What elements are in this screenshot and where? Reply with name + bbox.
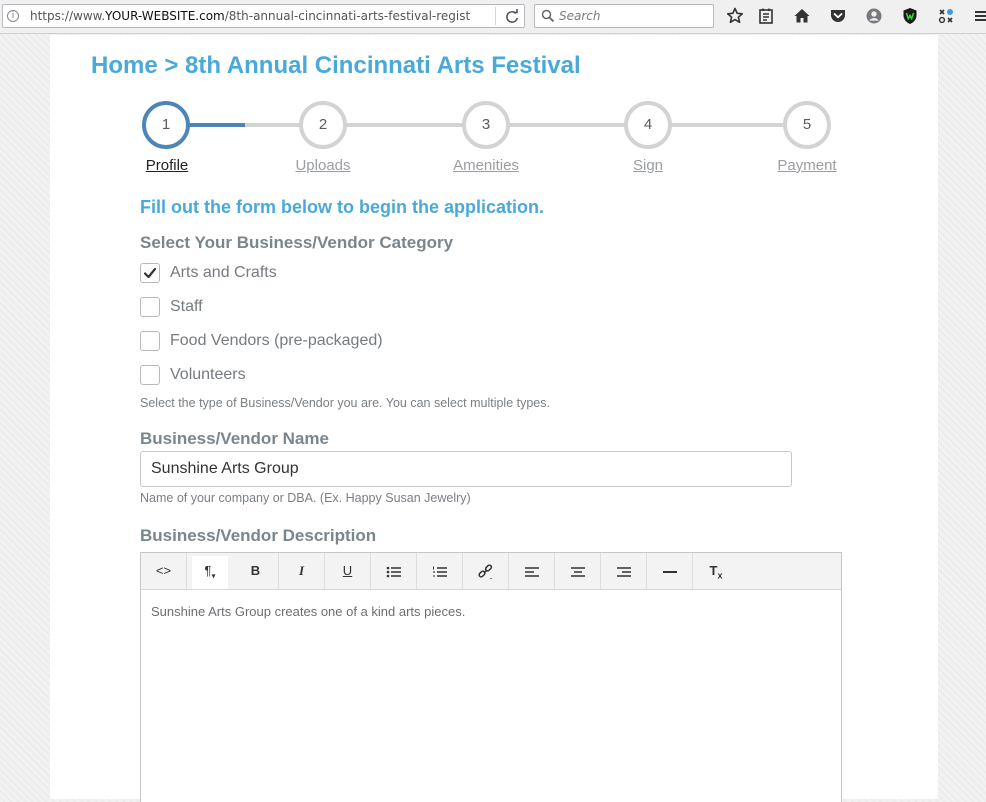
paragraph-style-button[interactable]: ¶▾	[192, 556, 228, 589]
step-4-circle[interactable]: 4	[624, 101, 672, 149]
checkbox-label[interactable]: Food Vendors (pre-packaged)	[170, 331, 383, 350]
extension-puzzle-icon[interactable]	[936, 6, 956, 26]
align-right-button[interactable]	[601, 553, 647, 589]
bold-button[interactable]: B	[233, 553, 279, 589]
category-label: Select Your Business/Vendor Category	[140, 233, 454, 252]
search-icon	[541, 9, 555, 23]
pocket-icon[interactable]	[828, 6, 848, 26]
underline-button[interactable]: U	[325, 553, 371, 589]
step-1-profile-link[interactable]: Profile	[107, 157, 227, 174]
hamburger-menu-icon[interactable]	[973, 6, 986, 26]
step-4-sign-link[interactable]: Sign	[588, 157, 708, 174]
bullet-list-icon	[386, 566, 401, 577]
shield-extension-icon[interactable]	[900, 6, 920, 26]
home-icon[interactable]	[792, 6, 812, 26]
checkbox-label[interactable]: Staff	[170, 297, 203, 316]
insert-link-button[interactable]	[463, 553, 509, 589]
horizontal-rule-button[interactable]	[647, 553, 693, 589]
checkmark-icon	[143, 267, 157, 279]
numbered-list-icon	[432, 566, 447, 577]
reload-icon[interactable]	[503, 8, 521, 26]
italic-button[interactable]: I	[279, 553, 325, 589]
browser-toolbar: i https://www.YOUR-WEBSITE.com/8th-annua…	[0, 0, 986, 34]
rich-text-editor[interactable]: <> ¶▾ B I U Tx Sunshine Arts Group creat…	[140, 552, 842, 802]
align-left-button[interactable]	[509, 553, 555, 589]
business-name-input[interactable]	[140, 451, 792, 487]
checkbox[interactable]	[140, 331, 160, 351]
bookmark-star-icon[interactable]	[725, 6, 745, 26]
clear-format-icon: Tx	[709, 563, 723, 581]
checkbox-label[interactable]: Volunteers	[170, 365, 246, 384]
progress-stepper: 1 2 3 4 5 Profile Uploads Amenities Sign…	[140, 99, 850, 179]
form-intro: Fill out the form below to begin the app…	[140, 197, 544, 217]
site-info-icon[interactable]: i	[7, 10, 19, 22]
business-name-label: Business/Vendor Name	[140, 429, 329, 448]
checkbox[interactable]	[140, 297, 160, 317]
align-right-icon	[616, 566, 631, 577]
reading-list-icon[interactable]	[756, 6, 776, 26]
step-3-circle[interactable]: 3	[462, 101, 510, 149]
url-separator	[495, 7, 496, 25]
breadcrumb[interactable]: Home > 8th Annual Cincinnati Arts Festiv…	[91, 52, 581, 80]
align-center-icon	[570, 566, 585, 577]
bullet-list-button[interactable]	[371, 553, 417, 589]
business-name-help-text: Name of your company or DBA. (Ex. Happy …	[140, 491, 471, 505]
url-text[interactable]: https://www.YOUR-WEBSITE.com/8th-annual-…	[30, 10, 470, 23]
editor-toolbar: <> ¶▾ B I U Tx	[141, 553, 841, 590]
url-bar[interactable]: i https://www.YOUR-WEBSITE.com/8th-annua…	[2, 4, 525, 28]
page-content: Home > 8th Annual Cincinnati Arts Festiv…	[50, 35, 938, 802]
clear-format-button[interactable]: Tx	[693, 553, 739, 589]
horizontal-rule-icon	[662, 570, 677, 573]
checkbox-checked[interactable]	[140, 263, 160, 283]
editor-content[interactable]: Sunshine Arts Group creates one of a kin…	[151, 604, 465, 620]
step-2-uploads-link[interactable]: Uploads	[263, 157, 383, 174]
account-icon[interactable]	[864, 6, 884, 26]
checkbox[interactable]	[140, 365, 160, 385]
search-placeholder: Search	[559, 9, 601, 23]
link-icon	[477, 563, 492, 579]
align-left-icon	[524, 566, 539, 577]
browser-search-box[interactable]: Search	[534, 4, 714, 28]
code-view-button[interactable]: <>	[141, 553, 187, 589]
checkbox-label[interactable]: Arts and Crafts	[170, 263, 277, 282]
business-description-label: Business/Vendor Description	[140, 526, 377, 545]
step-5-circle[interactable]: 5	[783, 101, 831, 149]
align-center-button[interactable]	[555, 553, 601, 589]
numbered-list-button[interactable]	[417, 553, 463, 589]
step-3-amenities-link[interactable]: Amenities	[426, 157, 546, 174]
step-1-circle[interactable]: 1	[142, 101, 190, 149]
step-2-circle[interactable]: 2	[299, 101, 347, 149]
category-help-text: Select the type of Business/Vendor you a…	[140, 396, 550, 410]
step-5-payment-link[interactable]: Payment	[747, 157, 867, 174]
